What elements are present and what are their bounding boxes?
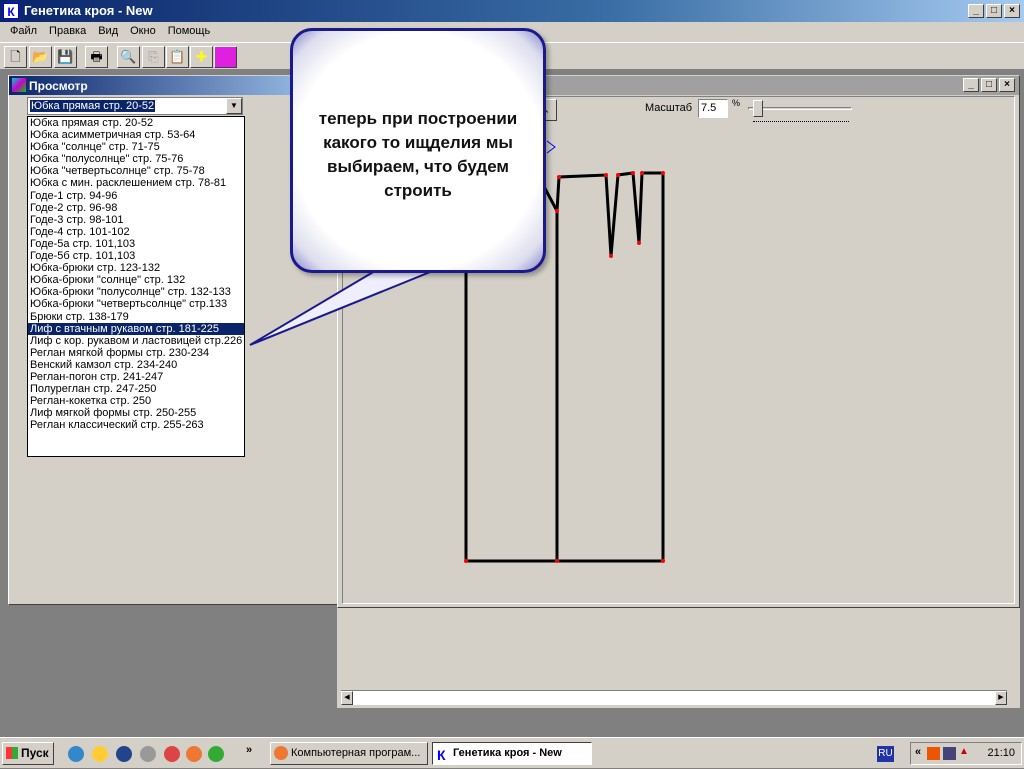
windows-logo-icon xyxy=(6,747,18,759)
ie-icon[interactable] xyxy=(68,746,84,762)
clock: 21:10 xyxy=(987,747,1015,759)
tray-expand[interactable]: « xyxy=(915,746,921,758)
language-indicator[interactable]: RU xyxy=(877,746,894,762)
start-button[interactable]: Пуск xyxy=(2,742,54,765)
firefox-icon[interactable] xyxy=(186,746,202,762)
task-app-icon: К xyxy=(437,747,446,763)
network-icon[interactable] xyxy=(943,747,956,760)
updown-icon[interactable]: ▲ xyxy=(959,746,969,757)
task-browser[interactable]: Компьютерная програм... xyxy=(270,742,428,765)
taskbar: Пуск » Компьютерная програм... К Генетика… xyxy=(0,737,1024,768)
task-genetika-label: Генетика кроя - New xyxy=(453,747,562,759)
media-player-icon[interactable] xyxy=(208,746,224,762)
app-icon-5[interactable] xyxy=(164,746,180,762)
app-icon-4[interactable] xyxy=(140,746,156,762)
app-icon-3[interactable] xyxy=(116,746,132,762)
winamp-icon[interactable] xyxy=(92,746,108,762)
callout-bubble: теперь при построении какого то ищделия … xyxy=(290,28,546,273)
start-label: Пуск xyxy=(21,746,49,760)
system-tray: « ▲ 21:10 xyxy=(910,742,1022,765)
quicklaunch-more[interactable]: » xyxy=(246,744,252,756)
tray-icon-1[interactable] xyxy=(927,747,940,760)
callout-text: теперь при построении какого то ищделия … xyxy=(318,109,518,200)
task-browser-label: Компьютерная програм... xyxy=(291,747,421,759)
task-genetika[interactable]: К Генетика кроя - New xyxy=(432,742,592,765)
